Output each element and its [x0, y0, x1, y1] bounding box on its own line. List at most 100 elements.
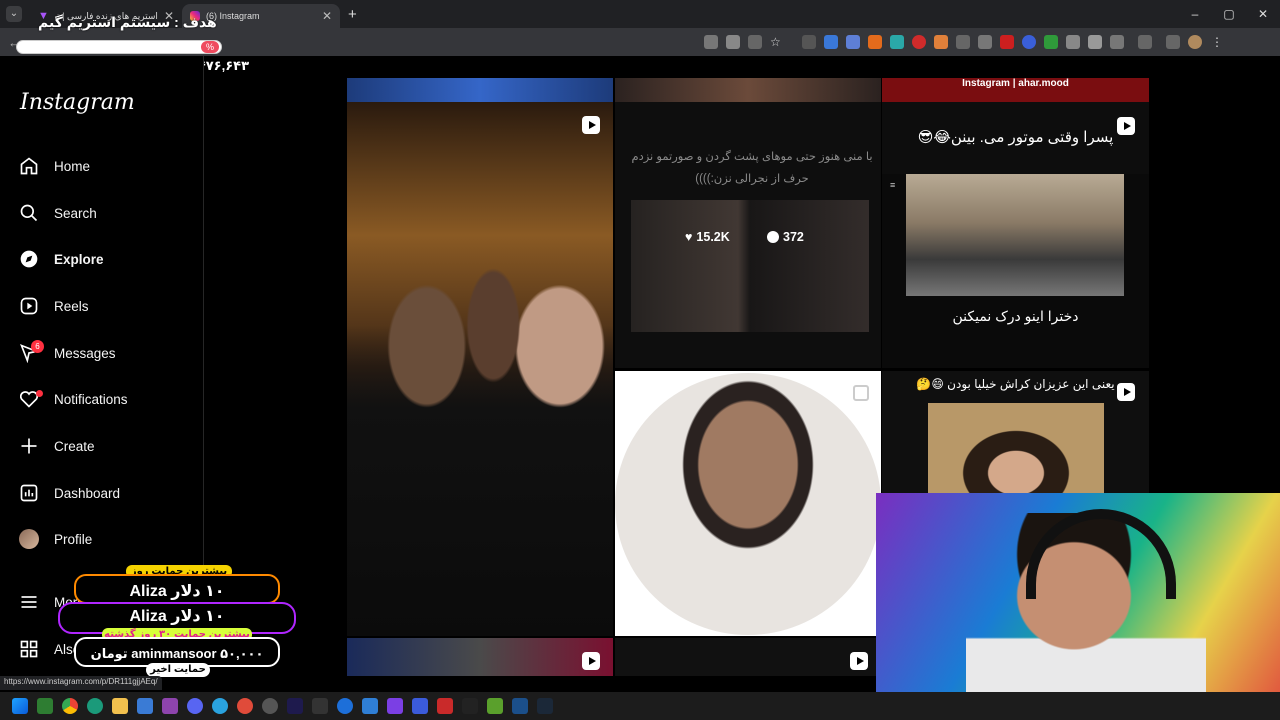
meta-grid-icon: [18, 638, 40, 660]
extensions-bar: ☆ ⋮: [700, 35, 1228, 49]
notification-dot: [36, 390, 43, 397]
windows-start-icon[interactable]: [12, 698, 28, 714]
extension-icon[interactable]: [1000, 35, 1014, 49]
app-icon[interactable]: [137, 698, 153, 714]
explore-post[interactable]: یعنی این عزیزان کراش خیلیا بودن 😄🤔: [882, 371, 1149, 503]
translate-icon[interactable]: [726, 35, 740, 49]
extension-icon[interactable]: [824, 35, 838, 49]
chrome-icon[interactable]: [62, 698, 78, 714]
extension-icon[interactable]: [978, 35, 992, 49]
explore-post[interactable]: ≡ دخترا اینو درک نمیکنن: [882, 174, 1149, 368]
avatar-icon: [18, 528, 40, 550]
explore-post[interactable]: پسرا وقتی موتور می. بینن😂😎: [882, 102, 1149, 174]
folder-icon[interactable]: [112, 698, 128, 714]
extension-icon[interactable]: [956, 35, 970, 49]
screen-cast-icon[interactable]: [704, 35, 718, 49]
reels-icon: [18, 295, 40, 317]
edge-icon[interactable]: [87, 698, 103, 714]
app-icon[interactable]: [237, 698, 253, 714]
terminal-icon[interactable]: [312, 698, 328, 714]
maximize-button[interactable]: ▢: [1212, 0, 1246, 28]
app-icon[interactable]: [162, 698, 178, 714]
nav-label: Explore: [54, 251, 104, 267]
explore-post[interactable]: Instagram | ahar.mood: [882, 78, 1149, 102]
steam-icon[interactable]: [537, 698, 553, 714]
menu-icon[interactable]: [1166, 35, 1180, 49]
stream-goal-percent: %: [201, 41, 219, 53]
app-icon[interactable]: [512, 698, 528, 714]
nav-label: Dashboard: [54, 485, 121, 501]
carousel-icon: ≡: [890, 180, 896, 190]
nav-home[interactable]: Home: [18, 151, 188, 181]
explore-post[interactable]: [347, 102, 613, 636]
dashboard-icon: [18, 482, 40, 504]
app-icon[interactable]: [262, 698, 278, 714]
nav-profile[interactable]: Profile: [18, 524, 188, 554]
reel-icon: [582, 116, 600, 134]
extension-icon[interactable]: [868, 35, 882, 49]
close-window-button[interactable]: ✕: [1246, 0, 1280, 28]
explore-post[interactable]: [347, 638, 613, 676]
explore-post[interactable]: [347, 78, 613, 102]
post-image: [906, 174, 1124, 296]
profile-avatar-icon[interactable]: [1188, 35, 1202, 49]
nav-reels[interactable]: Reels: [18, 291, 188, 321]
app-icon[interactable]: [412, 698, 428, 714]
extension-icon[interactable]: [802, 35, 816, 49]
instagram-logo[interactable]: Instagram: [20, 90, 135, 115]
app-icon[interactable]: [487, 698, 503, 714]
post-image: [615, 373, 881, 635]
minimize-button[interactable]: –: [1178, 0, 1212, 28]
star-icon[interactable]: ☆: [770, 35, 784, 49]
messages-badge: 6: [31, 340, 44, 353]
discord-icon[interactable]: [187, 698, 203, 714]
new-tab-button[interactable]: +: [348, 6, 357, 23]
post-image: [347, 222, 613, 636]
tab-list-chevron-icon[interactable]: ⌄: [6, 6, 22, 22]
close-icon[interactable]: ✕: [322, 9, 332, 23]
shield-icon[interactable]: [1088, 35, 1102, 49]
comment-bubble-icon: [767, 231, 779, 243]
explore-post[interactable]: [615, 638, 881, 676]
app-icon[interactable]: [437, 698, 453, 714]
explore-post[interactable]: با منی هنوز حتی موهای پشت گردن و صورتمو …: [615, 102, 881, 368]
nav-notifications[interactable]: Notifications: [18, 384, 188, 414]
donation-row: ۱۰ دلار Aliza: [129, 583, 225, 600]
extension-icon[interactable]: [912, 35, 926, 49]
telegram-icon[interactable]: [212, 698, 228, 714]
puzzle-icon[interactable]: [1110, 35, 1124, 49]
extension-icon[interactable]: [1022, 35, 1036, 49]
extension-icon[interactable]: [1066, 35, 1080, 49]
menu-icon: [18, 591, 40, 613]
post-caption: دخترا اینو درک نمیکنن: [952, 308, 1079, 324]
extension-icon[interactable]: [934, 35, 948, 49]
nav-create[interactable]: Create: [18, 431, 188, 461]
extension-icon[interactable]: [1044, 35, 1058, 49]
app-icon[interactable]: [337, 698, 353, 714]
nav-search[interactable]: Search: [18, 198, 188, 228]
app-icon[interactable]: [462, 698, 478, 714]
reel-icon: [582, 652, 600, 670]
heart-icon: [18, 388, 43, 410]
nav-explore[interactable]: Explore: [18, 244, 188, 274]
app-icon[interactable]: [362, 698, 378, 714]
nav-label: Profile: [54, 531, 93, 547]
post-thumbnail: [631, 200, 869, 332]
nav-dashboard[interactable]: Dashboard: [18, 478, 188, 508]
extension-icon[interactable]: [890, 35, 904, 49]
history-icon[interactable]: [1138, 35, 1152, 49]
heart-icon: ♥: [685, 230, 693, 244]
app-icon[interactable]: [37, 698, 53, 714]
app-icon[interactable]: [387, 698, 403, 714]
zoom-icon[interactable]: [748, 35, 762, 49]
reel-icon: [1117, 117, 1135, 135]
status-url: https://www.instagram.com/p/DR111gjjAEq/: [0, 676, 162, 690]
explore-post[interactable]: [615, 78, 881, 102]
more-vert-icon[interactable]: ⋮: [1210, 35, 1224, 49]
comments-stat: 372: [767, 230, 804, 244]
premiere-icon[interactable]: [287, 698, 303, 714]
nav-messages[interactable]: 6 Messages: [18, 338, 188, 368]
extension-icon[interactable]: [846, 35, 860, 49]
messenger-icon: 6: [18, 340, 44, 364]
explore-post[interactable]: [615, 371, 881, 636]
